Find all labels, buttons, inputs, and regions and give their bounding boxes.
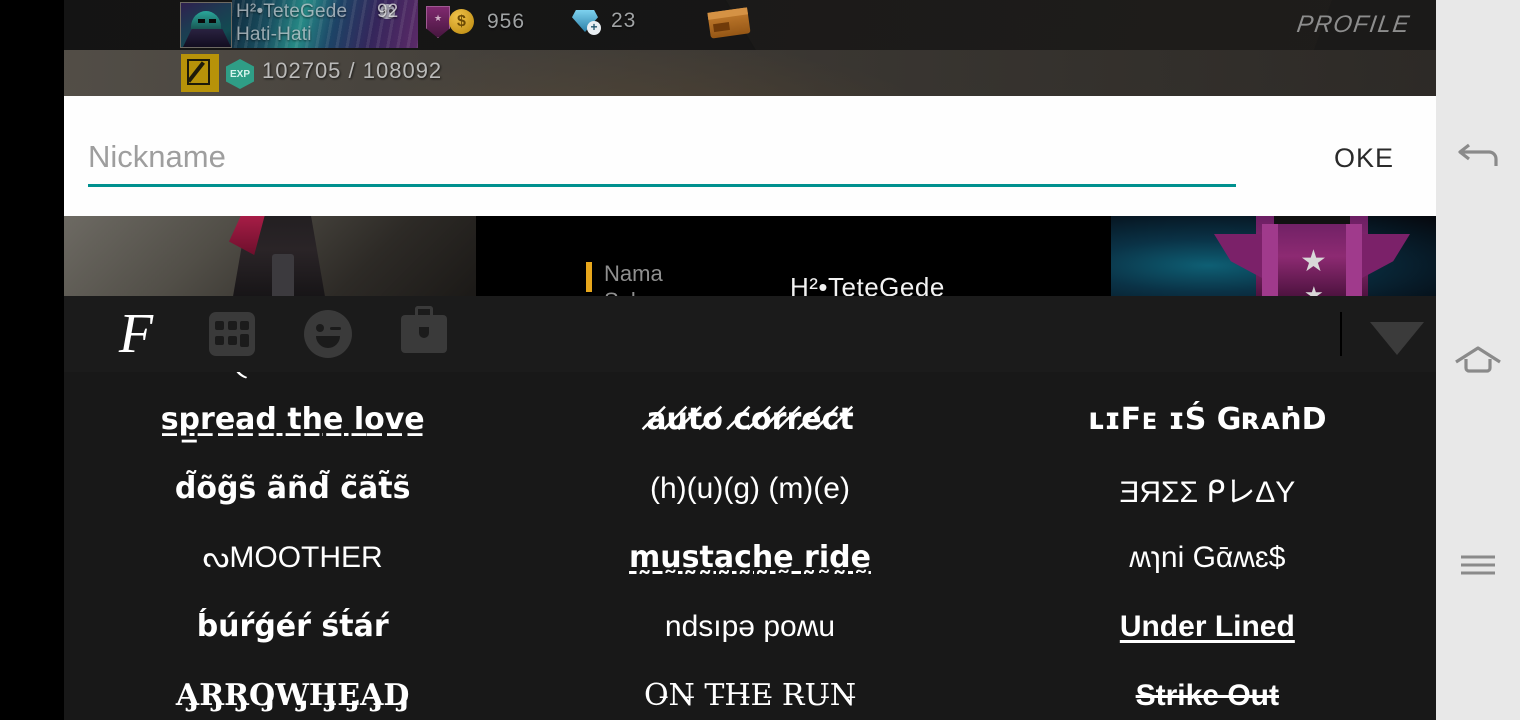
font-style-option[interactable]: b́úŕǵéŕ śt́áŕ	[64, 592, 521, 661]
exp-value: 102705 / 108092	[262, 58, 443, 83]
keyboard-toolbar: F	[64, 296, 1436, 372]
back-icon[interactable]	[1436, 117, 1520, 197]
diamond-icon: +	[572, 10, 601, 35]
edit-name-button[interactable]	[181, 54, 219, 92]
diamond-currency[interactable]: + 23	[572, 9, 637, 35]
screen-root: H²•TeteGede Hati-Hati 92 ★ $ 956 + 23 PR…	[0, 0, 1520, 720]
font-style-row: ᔓMOOTHER m̰ṵs̰t̰a̰c̰h̰ḛ r̰ḭd̰ḛ ʍɿni Gᾱʍɛ$	[64, 523, 1436, 592]
font-style-option[interactable]: d̃õg̃s̃ ãñd̃ c̃ãt̃s̃	[64, 454, 521, 523]
font-rows-container: ꪖꪊ ꪀ꠷ꪻꪮꫀᵃᵘᵗᵒ ᶜᵒʳʳᵉᶜᵗᴬᴿᴿᴼᵂᴴᴱᴬᴰs̲p̲r̲e̲a̲d…	[64, 372, 1436, 720]
home-icon[interactable]	[1436, 320, 1520, 400]
font-style-option[interactable]: A̡R̡R̡O̡W̡H̡E̡A̡D̡	[64, 661, 521, 720]
player-name: H²•TeteGede Hati-Hati	[236, 0, 446, 46]
nickname-dialog: OKE	[64, 96, 1436, 216]
font-style-row: s̲p̲r̲e̲a̲d̲ t̲h̲e̲ l̲o̲v̲e̲ a̸u̸t̸o̸ c̸o…	[64, 385, 1436, 454]
nama-label-line1: Nama	[604, 261, 663, 286]
fancy-logo-icon[interactable]: F	[88, 296, 184, 372]
font-style-option[interactable]: Strike Out	[979, 661, 1436, 720]
font-style-option[interactable]: ʟɪFᴇ ɪŚ GʀᴀṅD	[979, 385, 1436, 454]
player-name-text: H²•TeteGede	[236, 1, 348, 22]
banner-pole-right	[1346, 224, 1362, 306]
emoji-icon[interactable]	[280, 296, 376, 372]
player-level: 92	[377, 1, 399, 22]
font-style-option[interactable]: ƎЯΣΣ ᑭレΔY	[979, 454, 1436, 523]
font-style-option[interactable]: a̸u̸t̸o̸ c̸o̸r̸r̸e̸c̸t̸	[521, 385, 978, 454]
toolbar-divider	[1340, 312, 1342, 356]
fancykey-keyboard: F ꪖꪊ ꪀ꠷ꪻꪮꫀᵃᵘᵗᵒ ᶜᵒʳʳᵉᶜᵗᴬᴿᴿᴼᵂᴴᴱᴬᴰs̲p̲r̲e̲a…	[64, 296, 1436, 720]
guild-star-icon: ★	[433, 13, 443, 23]
avatar-cloak	[183, 29, 231, 47]
avatar-eye-right	[209, 19, 216, 23]
font-style-option[interactable]: ᔓMOOTHER	[64, 523, 521, 592]
font-style-row: b́úŕǵéŕ śt́áŕ ndsıpǝ poʍu Under Lined	[64, 592, 1436, 661]
font-style-option[interactable]: ᵃᵘᵗᵒ ᶜᵒʳʳᵉᶜᵗ	[521, 372, 978, 385]
gold-currency[interactable]: $ 956	[449, 9, 525, 34]
profile-tab[interactable]: PROFILE	[1295, 11, 1412, 39]
player-subtitle: Hati-Hati	[236, 24, 312, 45]
font-style-option[interactable]: s̲p̲r̲e̲a̲d̲ t̲h̲e̲ l̲o̲v̲e̲	[64, 385, 521, 454]
confirm-button[interactable]: OKE	[1304, 138, 1424, 178]
hero-preview-panel	[64, 216, 476, 306]
font-style-option[interactable]: m̰ṵs̰t̰a̰c̰h̰ḛ r̰ḭd̰ḛ	[521, 523, 978, 592]
avatar[interactable]	[180, 2, 232, 48]
banner-pole-left	[1262, 224, 1278, 306]
nickname-input-underline	[88, 184, 1236, 187]
coin-icon: $	[449, 9, 474, 34]
chevron-down-icon[interactable]	[1370, 322, 1424, 355]
font-style-option[interactable]: ʍɿni Gᾱʍɛ$	[979, 523, 1436, 592]
font-style-option[interactable]: ᴬᴿᴿᴼᵂᴴᴱᴬᴰ	[979, 372, 1436, 385]
rank-star-icon: ★	[1300, 245, 1327, 278]
font-style-list[interactable]: ꪖꪊ ꪀ꠷ꪻꪮꫀᵃᵘᵗᵒ ᶜᵒʳʳᵉᶜᵗᴬᴿᴿᴼᵂᴴᴱᴬᴰs̲p̲r̲e̲a̲d…	[64, 372, 1436, 720]
font-style-option[interactable]: Under Lined	[979, 592, 1436, 661]
gold-value: 956	[487, 9, 526, 33]
diamond-plus-icon: +	[587, 21, 601, 35]
android-navbar	[1436, 0, 1520, 720]
briefcase-icon[interactable]	[376, 296, 472, 372]
banner-top-bar	[1274, 216, 1350, 224]
font-style-option[interactable]: ꪖꪊ ꪀ꠷ꪻꪮꫀ	[64, 372, 521, 385]
nickname-input[interactable]	[88, 132, 1236, 182]
fancy-logo-letter: F	[118, 303, 154, 365]
font-style-row: ꪖꪊ ꪀ꠷ꪻꪮꫀᵃᵘᵗᵒ ᶜᵒʳʳᵉᶜᵗᴬᴿᴿᴼᵂᴴᴱᴬᴰ	[64, 372, 1436, 385]
font-style-option[interactable]: ndsıpǝ poʍu	[521, 592, 978, 661]
name-label-marker	[586, 262, 592, 292]
ticket-icon[interactable]	[707, 7, 751, 39]
menu-icon[interactable]	[1436, 525, 1520, 605]
avatar-eye-left	[198, 19, 205, 23]
font-style-option[interactable]: O̵N̵ T̵H̵E̵ R̵U̵N̵	[521, 661, 978, 720]
keyboard-icon[interactable]	[184, 296, 280, 372]
font-style-row: d̃õg̃s̃ ãñd̃ c̃ãt̃s̃ (h)(u)(g) (m)(e) ƎЯΣΣ…	[64, 454, 1436, 523]
left-black-gutter	[0, 0, 64, 720]
profile-content-strip: Nama Sekarang H²•TeteGede ★ ★	[64, 216, 1436, 306]
font-style-row: A̡R̡R̡O̡W̡H̡E̡A̡D̡ O̵N̵ T̵H̵E̵ R̵U̵N̵ Stri…	[64, 661, 1436, 720]
font-style-option[interactable]: (h)(u)(g) (m)(e)	[521, 454, 978, 523]
diamond-value: 23	[611, 9, 637, 32]
